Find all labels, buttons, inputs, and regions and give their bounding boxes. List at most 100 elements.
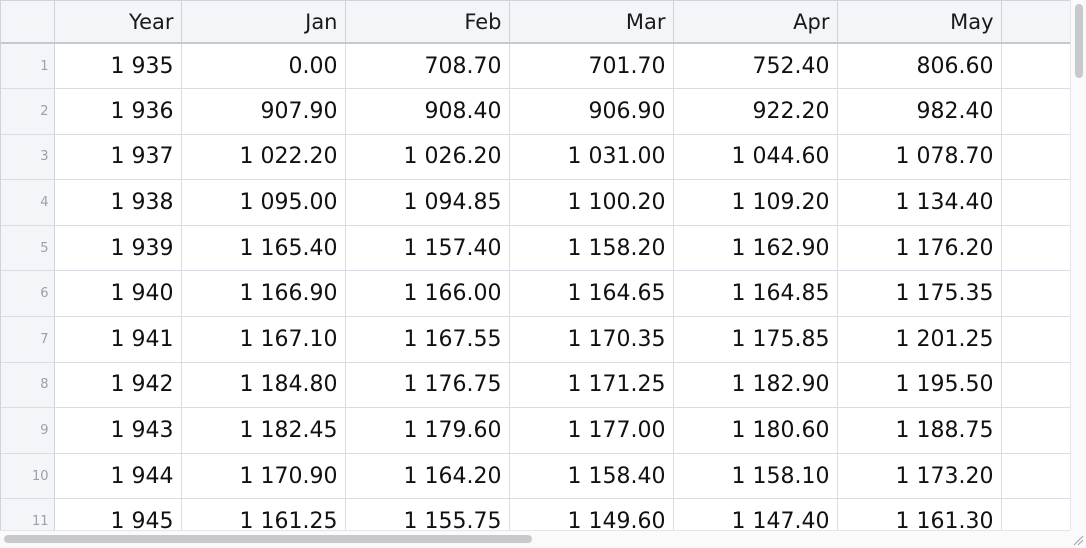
cell-jan[interactable]: 1 182.45	[181, 407, 346, 454]
cell-next-column[interactable]	[1001, 498, 1070, 530]
horizontal-scrollbar[interactable]	[0, 530, 1070, 548]
cell-apr[interactable]: 1 180.60	[673, 407, 838, 454]
cell-next-column[interactable]	[1001, 134, 1070, 181]
cell-apr[interactable]: 752.40	[673, 43, 838, 90]
cell-next-column[interactable]	[1001, 453, 1070, 500]
cell-jan[interactable]: 1 184.80	[181, 362, 346, 409]
cell-next-column[interactable]	[1001, 270, 1070, 318]
cell-apr[interactable]: 1 162.90	[673, 225, 838, 272]
cell-may[interactable]: 982.40	[837, 88, 1002, 135]
cell-mar[interactable]: 1 171.25	[509, 362, 674, 409]
column-header-next[interactable]	[1001, 1, 1070, 44]
cell-mar[interactable]: 906.90	[509, 88, 674, 135]
cell-mar[interactable]: 1 158.40	[509, 453, 674, 500]
cell-year[interactable]: 1 939	[54, 225, 182, 272]
cell-may[interactable]: 1 161.30	[837, 498, 1002, 530]
cell-next-column[interactable]	[1001, 316, 1070, 363]
cell-apr[interactable]: 1 044.60	[673, 134, 838, 181]
row-number[interactable]: 2	[1, 88, 55, 135]
cell-may[interactable]: 1 188.75	[837, 407, 1002, 454]
cell-next-column[interactable]	[1001, 407, 1070, 454]
row-number[interactable]: 10	[1, 453, 55, 500]
vertical-scrollbar[interactable]	[1070, 0, 1086, 530]
cell-mar[interactable]: 1 158.20	[509, 225, 674, 272]
column-header-feb[interactable]: Feb	[345, 1, 510, 44]
column-header-year[interactable]: Year	[54, 1, 182, 44]
cell-apr[interactable]: 1 164.85	[673, 270, 838, 318]
resize-handle[interactable]	[1070, 530, 1086, 548]
cell-mar[interactable]: 1 164.65	[509, 270, 674, 318]
cell-jan[interactable]: 1 165.40	[181, 225, 346, 272]
vertical-scroll-thumb[interactable]	[1075, 4, 1083, 78]
cell-mar[interactable]: 701.70	[509, 43, 674, 90]
column-header-may[interactable]: May	[837, 1, 1002, 44]
row-number[interactable]: 7	[1, 316, 55, 363]
cell-year[interactable]: 1 937	[54, 134, 182, 181]
row-number[interactable]: 6	[1, 270, 55, 318]
cell-next-column[interactable]	[1001, 225, 1070, 272]
cell-feb[interactable]: 1 094.85	[345, 179, 510, 226]
cell-year[interactable]: 1 940	[54, 270, 182, 318]
cell-year[interactable]: 1 938	[54, 179, 182, 226]
cell-jan[interactable]: 1 167.10	[181, 316, 346, 363]
cell-may[interactable]: 806.60	[837, 43, 1002, 90]
cell-mar[interactable]: 1 149.60	[509, 498, 674, 530]
cell-next-column[interactable]	[1001, 362, 1070, 409]
cell-may[interactable]: 1 195.50	[837, 362, 1002, 409]
cell-apr[interactable]: 922.20	[673, 88, 838, 135]
column-header-apr[interactable]: Apr	[673, 1, 838, 44]
cell-may[interactable]: 1 175.35	[837, 270, 1002, 318]
cell-mar[interactable]: 1 031.00	[509, 134, 674, 181]
cell-apr[interactable]: 1 182.90	[673, 362, 838, 409]
cell-feb[interactable]: 708.70	[345, 43, 510, 90]
cell-mar[interactable]: 1 170.35	[509, 316, 674, 363]
cell-feb[interactable]: 1 176.75	[345, 362, 510, 409]
cell-apr[interactable]: 1 147.40	[673, 498, 838, 530]
column-header-mar[interactable]: Mar	[509, 1, 674, 44]
cell-feb[interactable]: 908.40	[345, 88, 510, 135]
row-number[interactable]: 8	[1, 362, 55, 409]
row-number[interactable]: 5	[1, 225, 55, 272]
cell-apr[interactable]: 1 109.20	[673, 179, 838, 226]
cell-jan[interactable]: 1 095.00	[181, 179, 346, 226]
cell-mar[interactable]: 1 177.00	[509, 407, 674, 454]
cell-feb[interactable]: 1 164.20	[345, 453, 510, 500]
cell-next-column[interactable]	[1001, 88, 1070, 135]
cell-year[interactable]: 1 944	[54, 453, 182, 500]
row-number[interactable]: 4	[1, 179, 55, 226]
cell-feb[interactable]: 1 026.20	[345, 134, 510, 181]
cell-feb[interactable]: 1 179.60	[345, 407, 510, 454]
cell-may[interactable]: 1 078.70	[837, 134, 1002, 181]
cell-apr[interactable]: 1 158.10	[673, 453, 838, 500]
cell-year[interactable]: 1 935	[54, 43, 182, 90]
cell-year[interactable]: 1 945	[54, 498, 182, 530]
row-number[interactable]: 1	[1, 43, 55, 90]
cell-jan[interactable]: 1 166.90	[181, 270, 346, 318]
horizontal-scroll-thumb[interactable]	[4, 535, 532, 543]
cell-jan[interactable]: 1 022.20	[181, 134, 346, 181]
corner-cell[interactable]	[1, 1, 55, 44]
cell-jan[interactable]: 0.00	[181, 43, 346, 90]
cell-feb[interactable]: 1 155.75	[345, 498, 510, 530]
cell-mar[interactable]: 1 100.20	[509, 179, 674, 226]
cell-feb[interactable]: 1 157.40	[345, 225, 510, 272]
cell-next-column[interactable]	[1001, 179, 1070, 226]
row-number[interactable]: 11	[1, 498, 55, 530]
row-number[interactable]: 9	[1, 407, 55, 454]
cell-may[interactable]: 1 134.40	[837, 179, 1002, 226]
cell-next-column[interactable]	[1001, 43, 1070, 90]
cell-jan[interactable]: 1 161.25	[181, 498, 346, 530]
cell-apr[interactable]: 1 175.85	[673, 316, 838, 363]
cell-may[interactable]: 1 201.25	[837, 316, 1002, 363]
column-header-jan[interactable]: Jan	[181, 1, 346, 44]
cell-year[interactable]: 1 941	[54, 316, 182, 363]
cell-feb[interactable]: 1 167.55	[345, 316, 510, 363]
cell-jan[interactable]: 1 170.90	[181, 453, 346, 500]
row-number[interactable]: 3	[1, 134, 55, 181]
cell-may[interactable]: 1 173.20	[837, 453, 1002, 500]
cell-may[interactable]: 1 176.20	[837, 225, 1002, 272]
cell-year[interactable]: 1 936	[54, 88, 182, 135]
cell-jan[interactable]: 907.90	[181, 88, 346, 135]
cell-year[interactable]: 1 942	[54, 362, 182, 409]
cell-year[interactable]: 1 943	[54, 407, 182, 454]
